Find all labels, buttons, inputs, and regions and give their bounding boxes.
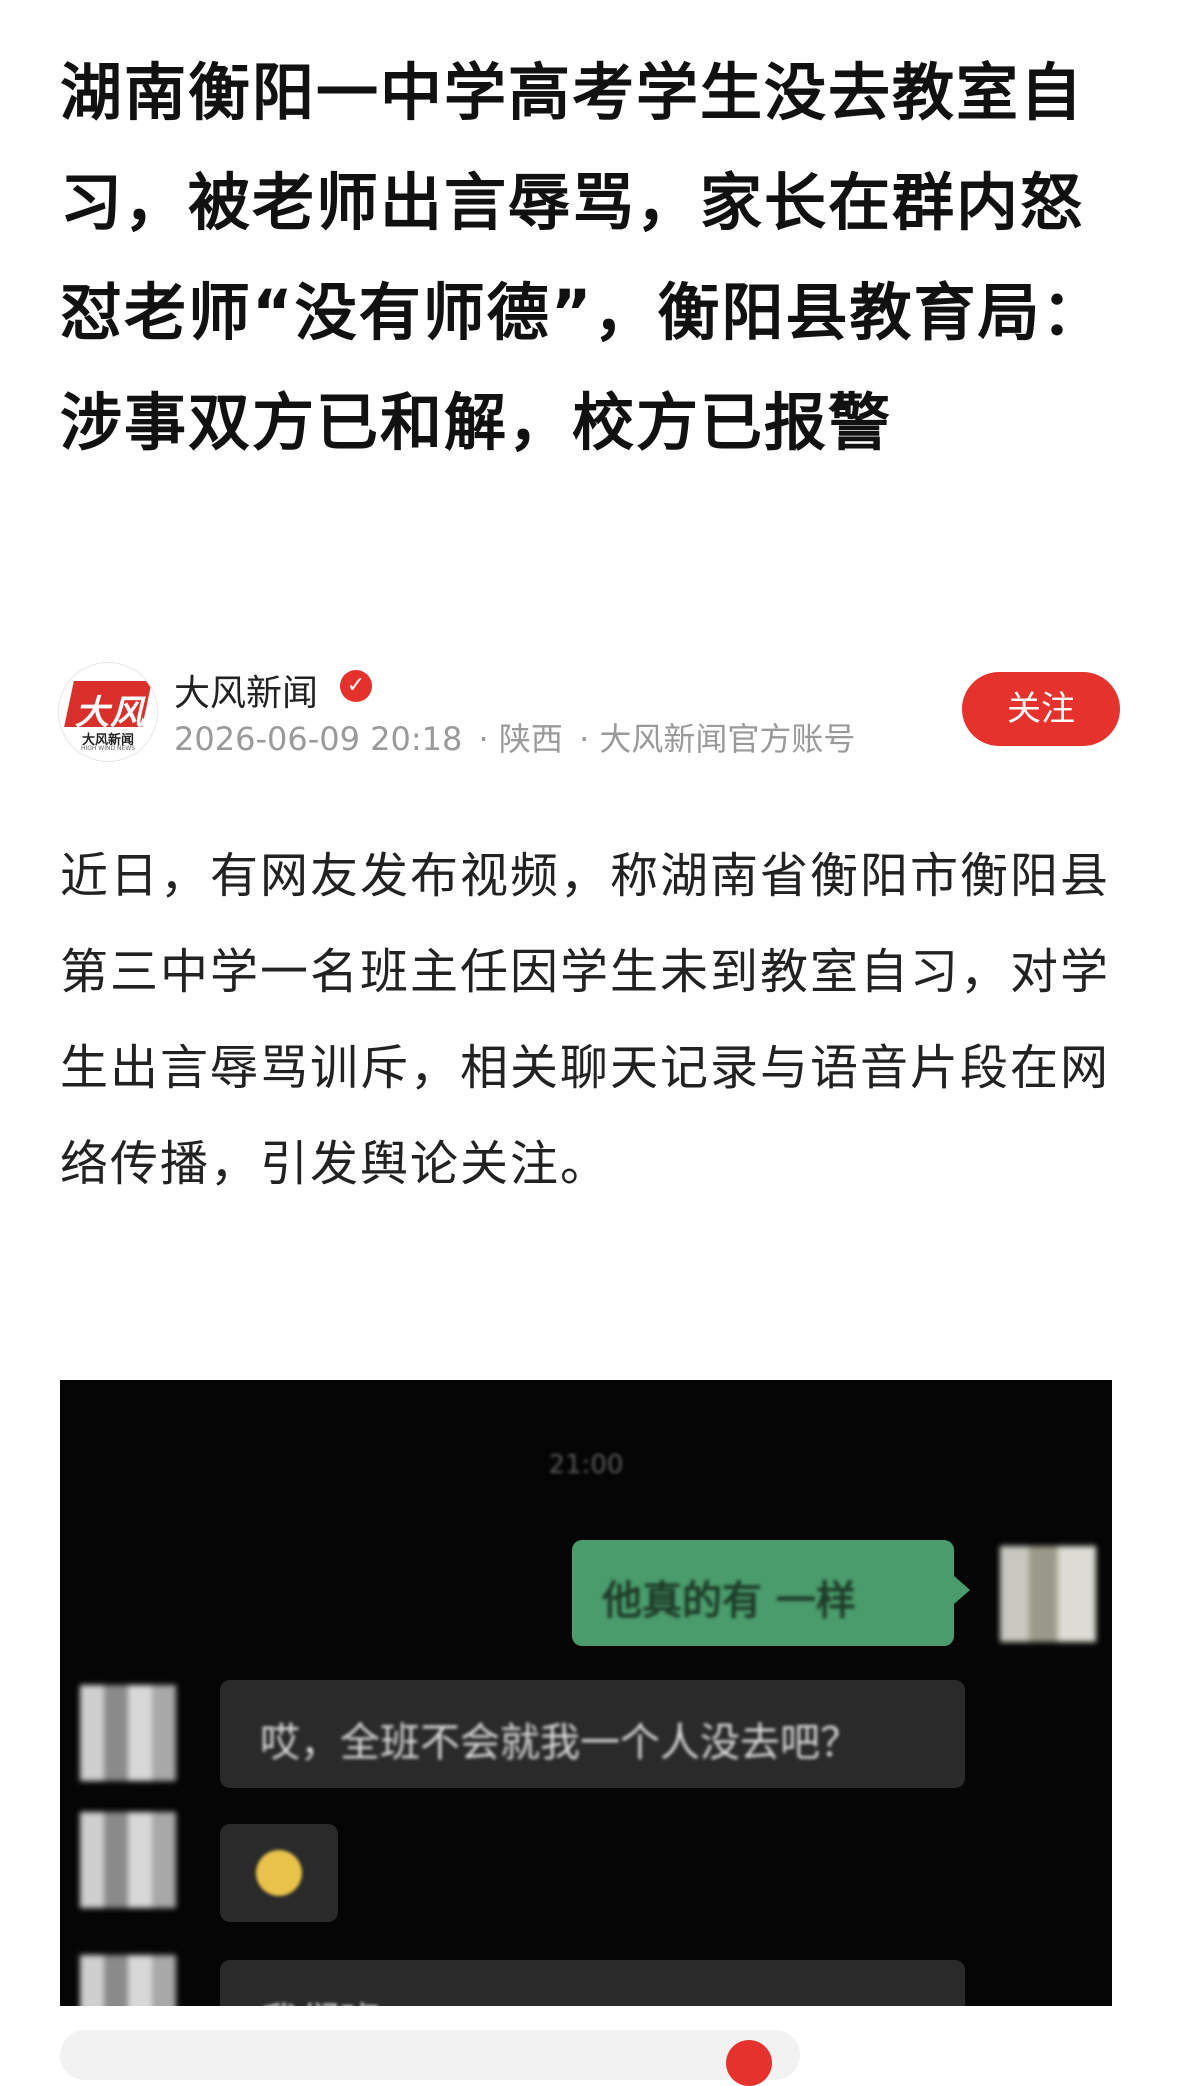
timestamp: 2026-06-09 20:18 (174, 720, 463, 758)
account-label: · 大风新闻官方账号 (579, 720, 856, 758)
emoji-icon (256, 1850, 302, 1896)
comment-input-bar[interactable] (60, 2030, 800, 2080)
article-title: 湖南衡阳一中学高考学生没去教室自习，被老师出言辱骂，家长在群内怒怼老师“没有师德… (60, 56, 1106, 459)
chat-incoming-text: 哎，全班不会就我一个人没去吧？ (260, 1720, 860, 1766)
verified-icon: ✓ (340, 670, 372, 702)
author-name[interactable]: 大风新闻 (174, 664, 318, 716)
follow-button[interactable]: 关注 (962, 672, 1120, 746)
article-meta: 2026-06-09 20:18 · 陕西 · 大风新闻官方账号 (174, 714, 861, 760)
chat-incoming-text: 我们班… (260, 1990, 420, 2006)
logo-subtitle-en: HIGH WIND NEWS (80, 745, 136, 752)
pixelated-avatar (80, 1812, 176, 1908)
chat-bubble-incoming (220, 1824, 338, 1922)
chat-bubble-incoming: 哎，全班不会就我一个人没去吧？ (220, 1680, 965, 1788)
location: · 陕西 (478, 720, 563, 758)
chat-outgoing-text: 他真的有 一样 (602, 1578, 856, 1624)
notification-icon[interactable] (726, 2040, 772, 2086)
chat-time: 21:00 (548, 1450, 624, 1480)
author-avatar[interactable]: 大风 大风新闻 HIGH WIND NEWS (58, 662, 158, 762)
pixelated-avatar (80, 1955, 176, 2006)
pixelated-avatar (80, 1685, 176, 1781)
chat-bubble-incoming: 我们班… (220, 1960, 965, 2006)
logo-text: 大风 (75, 693, 145, 733)
chat-screenshot-image[interactable]: 21:00 他真的有 一样 哎，全班不会就我一个人没去吧？ 我们班… (60, 1380, 1112, 2006)
article-body: 近日，有网友发布视频，称湖南省衡阳市衡阳县第三中学一名班主任因学生未到教室自习，… (60, 848, 1111, 1192)
pixelated-avatar (1000, 1546, 1096, 1642)
chat-bubble-outgoing: 他真的有 一样 (572, 1540, 970, 1646)
author-row: 大风 大风新闻 HIGH WIND NEWS 大风新闻 ✓ 2026-06-09… (58, 662, 1120, 762)
